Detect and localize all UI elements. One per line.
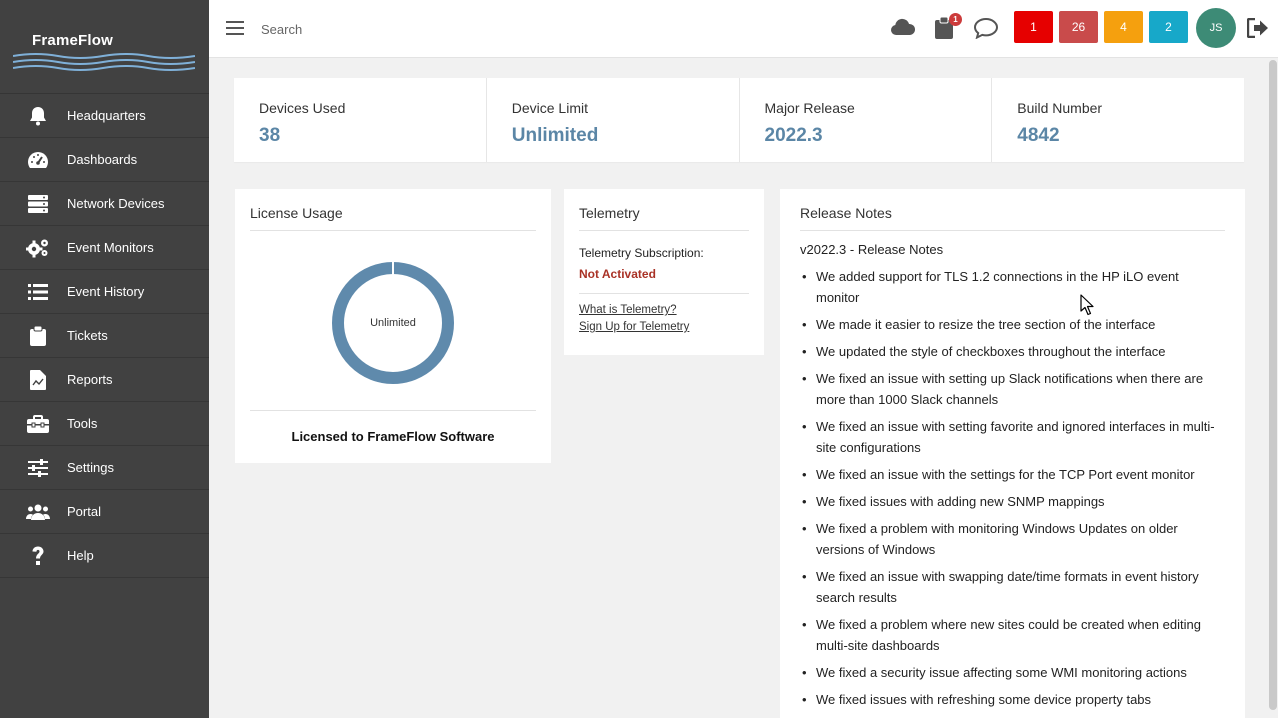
license-donut-chart: Unlimited [332,262,454,384]
ticket-count-badge: 1 [949,13,962,26]
card-title: Telemetry [579,205,749,231]
stat-device-limit: Device Limit Unlimited [487,78,740,162]
divider [579,293,749,294]
sidebar-item-label: Settings [67,460,114,475]
list-item: We updated the style of checkboxes throu… [800,341,1225,362]
sign-up-telemetry-link[interactable]: Sign Up for Telemetry [579,321,749,333]
stats-panel: Devices Used 38 Device Limit Unlimited M… [234,78,1244,162]
sidebar-item-reports[interactable]: Reports [0,358,209,402]
list-item: We added support for TLS 1.2 connections… [800,266,1225,308]
stat-value: 2022.3 [764,125,823,146]
list-item: We fixed issues with adding new SNMP map… [800,491,1225,512]
stat-devices-used: Devices Used 38 [234,78,487,162]
sidebar-item-settings[interactable]: Settings [0,446,209,490]
status-error-count[interactable]: 26 [1059,11,1098,43]
sidebar-item-label: Event Monitors [67,240,154,255]
sidebar-item-label: Headquarters [67,108,146,123]
sidebar-item-network-devices[interactable]: Network Devices [0,182,209,226]
release-notes-heading: v2022.3 - Release Notes [800,242,944,257]
search-input[interactable] [261,18,561,40]
sidebar-item-tickets[interactable]: Tickets [0,314,209,358]
gears-icon [25,237,51,259]
status-warning-count[interactable]: 4 [1104,11,1143,43]
avatar[interactable]: JS [1196,8,1236,48]
logo-text: FrameFlow [32,32,113,49]
server-icon [25,193,51,215]
sidebar-item-help[interactable]: Help [0,534,209,578]
card-title: Release Notes [800,205,1225,231]
stat-build-number: Build Number 4842 [992,78,1244,162]
clipboard-icon [25,325,51,347]
bell-icon [25,105,51,127]
list-item: We fixed a problem where new sites could… [800,614,1225,656]
stat-value: 4842 [1017,125,1060,146]
sidebar-item-label: Tools [67,416,98,431]
stat-value: Unlimited [511,125,599,146]
top-bar: 1 1 26 4 2 JS [209,0,1278,58]
list-item: We fixed an issue with the settings for … [800,464,1225,485]
telemetry-status: Not Activated [579,267,656,281]
sidebar-item-label: Network Devices [67,196,165,211]
list-item: We made it easier to resize the tree sec… [800,314,1225,335]
list-item: We fixed an issue with setting up Slack … [800,368,1225,410]
card-title: License Usage [250,205,536,231]
toolbox-icon [25,413,51,435]
stat-label: Build Number [1017,100,1103,116]
release-notes-list: We added support for TLS 1.2 connections… [800,266,1225,710]
sidebar-item-tools[interactable]: Tools [0,402,209,446]
sidebar-item-headquarters[interactable]: Headquarters [0,94,209,138]
divider [250,410,536,411]
list-item: We fixed an issue with setting favorite … [800,416,1225,458]
status-critical-count[interactable]: 1 [1014,11,1053,43]
sidebar-item-event-history[interactable]: Event History [0,270,209,314]
list-icon [25,281,51,303]
telemetry-card: Telemetry Telemetry Subscription: Not Ac… [564,189,764,355]
report-icon [25,369,51,391]
status-info-count[interactable]: 2 [1149,11,1188,43]
cloud-icon[interactable] [890,18,916,36]
list-item: We fixed a problem with monitoring Windo… [800,518,1225,560]
mouse-cursor-icon [1080,294,1094,316]
gauge-icon [25,149,51,171]
users-icon [25,501,51,523]
sidebar-item-label: Reports [67,372,113,387]
stat-value: 38 [259,125,281,146]
donut-label: Unlimited [370,317,416,329]
logo[interactable]: FrameFlow [0,0,209,94]
sidebar-item-label: Help [67,548,94,563]
stat-major-release: Major Release 2022.3 [740,78,993,162]
stat-label: Major Release [764,100,855,116]
sidebar-item-dashboards[interactable]: Dashboards [0,138,209,182]
stat-label: Device Limit [511,100,588,116]
stat-label: Devices Used [259,100,346,116]
sidebar: FrameFlow Headquarters Dashboards Networ… [0,0,209,718]
logout-icon[interactable] [1247,18,1269,38]
list-item: We fixed issues with refreshing some dev… [800,689,1225,710]
sidebar-item-label: Event History [67,284,145,299]
release-notes-card: Release Notes v2022.3 - Release Notes We… [780,189,1245,718]
sliders-icon [25,457,51,479]
sidebar-item-label: Dashboards [67,152,138,167]
license-usage-card: License Usage Unlimited Licensed to Fram… [235,189,551,463]
telemetry-subscription-label: Telemetry Subscription: [579,246,704,260]
chat-icon[interactable] [973,17,999,39]
sidebar-item-portal[interactable]: Portal [0,490,209,534]
page-scrollbar[interactable] [1268,58,1278,718]
licensed-to-text: Licensed to FrameFlow Software [291,429,495,444]
question-icon [25,545,51,567]
sidebar-item-event-monitors[interactable]: Event Monitors [0,226,209,270]
what-is-telemetry-link[interactable]: What is Telemetry? [579,304,749,316]
scrollbar-thumb[interactable] [1269,60,1277,710]
sidebar-item-label: Portal [67,504,101,519]
list-item: We fixed an issue with swapping date/tim… [800,566,1225,608]
sidebar-item-label: Tickets [67,328,108,343]
menu-toggle-icon[interactable] [226,21,244,37]
list-item: We fixed a security issue affecting some… [800,662,1225,683]
logo-waves-icon [13,53,195,71]
